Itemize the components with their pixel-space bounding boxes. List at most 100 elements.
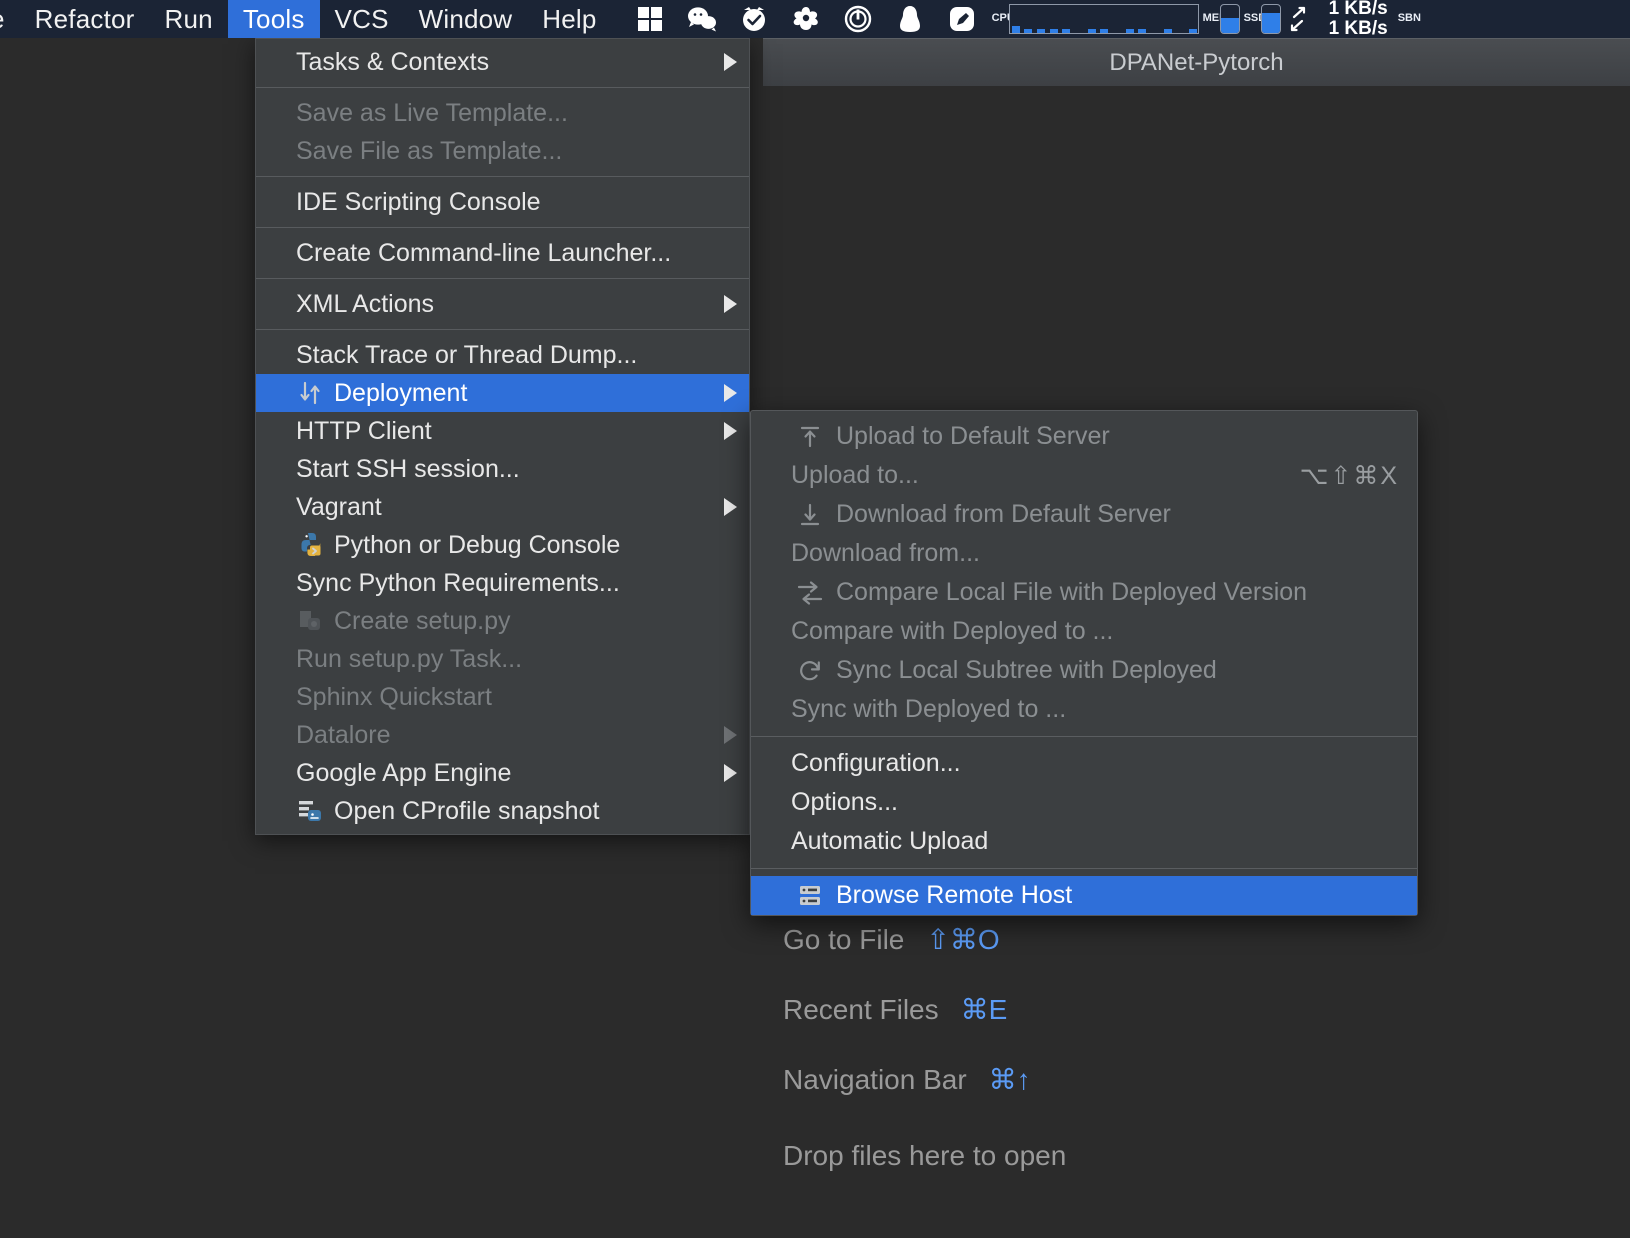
windows-grid-icon[interactable] (624, 0, 676, 38)
pen-nib-icon[interactable] (936, 0, 988, 38)
deployment-item-download-from: Download from... (751, 534, 1417, 573)
tools-menu-item-label: Run setup.py Task... (296, 644, 523, 673)
submenu-separator (751, 736, 1417, 737)
welcome-label: Recent Files (783, 994, 939, 1025)
deployment-item-compare-local-file-with-deployed-version: Compare Local File with Deployed Version (751, 573, 1417, 612)
alarm-check-icon[interactable] (728, 0, 780, 38)
deployment-item-label: Upload to Default Server (836, 422, 1110, 450)
welcome-shortcut: ⌘↑ (988, 1064, 1031, 1095)
tools-menu-item-label: Open CProfile snapshot (334, 796, 600, 825)
deployment-item-sync-with-deployed-to: Sync with Deployed to ... (751, 690, 1417, 729)
welcome-hints: Go to File ⇧⌘O Recent Files ⌘E Navigatio… (783, 905, 1383, 1191)
tools-menu-item-sync-python-requirements[interactable]: Sync Python Requirements... (256, 564, 749, 602)
tools-menu-item-start-ssh-session[interactable]: Start SSH session... (256, 450, 749, 488)
deployment-item-label: Compare with Deployed to ... (791, 617, 1114, 645)
tools-menu-item-stack-trace-or-thread-dump[interactable]: Stack Trace or Thread Dump... (256, 336, 749, 374)
submenu-separator (751, 868, 1417, 869)
tools-menu-item-vagrant[interactable]: Vagrant (256, 488, 749, 526)
cpu-label: CPU (991, 12, 1015, 25)
deployment-item-browse-remote-host[interactable]: Browse Remote Host (751, 876, 1417, 915)
tools-menu-item-ide-scripting-console[interactable]: IDE Scripting Console (256, 183, 749, 221)
tools-menu-item-open-cprofile-snapshot[interactable]: Open CProfile snapshot (256, 792, 749, 830)
window-title: DPANet-Pytorch (1109, 48, 1284, 76)
mem-gauge (1219, 4, 1240, 34)
deployment-item-label: Configuration... (791, 749, 961, 777)
menu-separator (256, 329, 749, 330)
chevron-right-icon (724, 422, 737, 440)
menu-item-help[interactable]: Help (527, 0, 611, 38)
drop-files-hint: Drop files here to open (783, 1121, 1383, 1191)
welcome-row: Recent Files ⌘E (783, 975, 1383, 1045)
deployment-item-compare-with-deployed-to: Compare with Deployed to ... (751, 612, 1417, 651)
cprofile-icon (296, 798, 326, 824)
tools-menu-item-http-client[interactable]: HTTP Client (256, 412, 749, 450)
deployment-item-options[interactable]: Options... (751, 783, 1417, 822)
tools-dropdown-menu: Tasks & Contexts Save as Live Template...… (255, 38, 750, 835)
tools-menu-item-label: Datalore (296, 720, 391, 749)
cpu-bar (1024, 29, 1033, 33)
menu-separator (256, 278, 749, 279)
tools-menu-item-label: Create setup.py (334, 606, 511, 635)
server-icon (795, 883, 825, 909)
chevron-right-icon (724, 295, 737, 313)
compare-icon (795, 580, 825, 606)
deployment-item-label: Download from... (791, 539, 980, 567)
ide-left-strip (0, 38, 255, 1238)
menu-item-tools[interactable]: Tools (227, 0, 320, 38)
deployment-item-automatic-upload[interactable]: Automatic Upload (751, 822, 1417, 861)
cpu-graph (1008, 4, 1199, 34)
tools-menu-item-label: Tasks & Contexts (296, 47, 490, 76)
chevron-right-icon (724, 764, 737, 782)
menu-item-truncated[interactable]: e (0, 0, 20, 38)
ssd-widget[interactable]: SSD (1244, 0, 1281, 38)
power-circle-icon[interactable] (832, 0, 884, 38)
menu-bar-items: e Refactor Run Tools VCS Window Help (0, 0, 612, 38)
cpu-widget[interactable]: CPU (992, 0, 1199, 38)
tools-menu-item-datalore: Datalore (256, 716, 749, 754)
aria2-icon[interactable] (780, 0, 832, 38)
tools-menu-item-python-or-debug-console[interactable]: Python or Debug Console (256, 526, 749, 564)
tools-menu-item-save-as-live-template: Save as Live Template... (256, 94, 749, 132)
deployment-item-upload-to: Upload to... ⌥⇧⌘X (751, 456, 1417, 495)
mem-widget[interactable]: MEM (1203, 0, 1240, 38)
edge-widget-label[interactable]: SBN (1398, 13, 1421, 25)
tools-menu-item-label: XML Actions (296, 289, 435, 318)
tools-menu-item-tasks-contexts[interactable]: Tasks & Contexts (256, 43, 749, 81)
deployment-item-download-from-default-server: Download from Default Server (751, 495, 1417, 534)
ssd-gauge (1260, 4, 1281, 34)
tools-menu-item-create-command-line-launcher[interactable]: Create Command-line Launcher... (256, 234, 749, 272)
menu-item-window[interactable]: Window (404, 0, 528, 38)
tools-menu-item-label: Save as Live Template... (296, 98, 568, 127)
network-rate-down: 1 KB/s (1328, 18, 1388, 39)
tools-menu-item-label: Save File as Template... (296, 136, 563, 165)
tools-menu-item-deployment[interactable]: Deployment (256, 374, 749, 412)
tools-menu-item-label: Sphinx Quickstart (296, 682, 492, 711)
deployment-item-label: Browse Remote Host (836, 881, 1073, 909)
deployment-arrows-icon (296, 380, 326, 406)
chevron-right-icon (724, 384, 737, 402)
deployment-item-configuration[interactable]: Configuration... (751, 744, 1417, 783)
welcome-label: Navigation Bar (783, 1064, 967, 1095)
tools-menu-item-google-app-engine[interactable]: Google App Engine (256, 754, 749, 792)
cpu-bar (1138, 29, 1147, 33)
tools-menu-item-label: HTTP Client (296, 416, 432, 445)
network-arrows-icon[interactable] (1281, 0, 1315, 38)
deployment-submenu: Upload to Default Server Upload to... ⌥⇧⌘X… (750, 410, 1418, 916)
deployment-item-shortcut: ⌥⇧⌘X (1299, 461, 1399, 490)
qq-penguin-icon[interactable] (884, 0, 936, 38)
menu-item-vcs[interactable]: VCS (320, 0, 404, 38)
welcome-row: Navigation Bar ⌘↑ (783, 1045, 1383, 1115)
welcome-shortcut: ⌘E (960, 994, 1008, 1025)
tools-menu-item-xml-actions[interactable]: XML Actions (256, 285, 749, 323)
tools-menu-item-label: Deployment (334, 378, 468, 407)
tools-menu-item-label: Start SSH session... (296, 454, 520, 483)
deployment-item-label: Automatic Upload (791, 827, 989, 855)
tools-menu-item-label: Stack Trace or Thread Dump... (296, 340, 638, 369)
screen-root: DPANet-Pytorch Go to File ⇧⌘O Recent Fil… (0, 0, 1630, 1238)
download-icon (795, 502, 825, 528)
menu-item-run[interactable]: Run (150, 0, 228, 38)
menu-item-refactor[interactable]: Refactor (20, 0, 150, 38)
wechat-icon[interactable] (676, 0, 728, 38)
cpu-bar (1011, 26, 1020, 33)
menu-bar: e Refactor Run Tools VCS Window Help (0, 0, 1630, 39)
